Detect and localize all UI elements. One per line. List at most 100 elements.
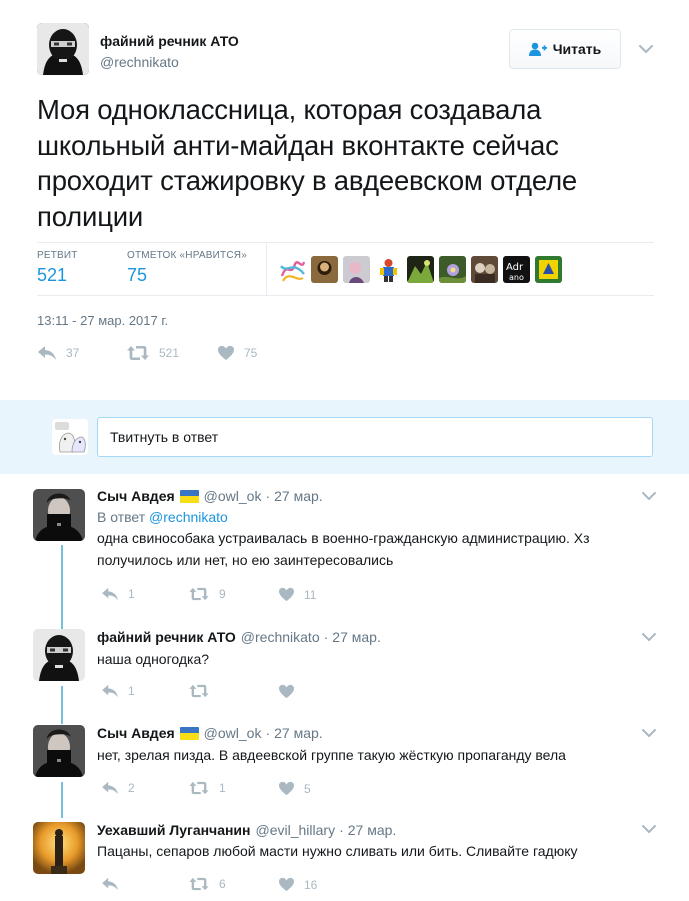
retweet-count: 9 bbox=[219, 587, 226, 601]
likes-stat[interactable]: ОТМЕТОК «НРАВИТСЯ» 75 bbox=[127, 250, 247, 286]
author-handle[interactable]: @rechnikato bbox=[100, 54, 179, 70]
retweet-button[interactable] bbox=[188, 684, 219, 698]
reply-avatar[interactable] bbox=[33, 822, 85, 874]
like-count: 11 bbox=[304, 587, 317, 602]
tweet-stats: РЕТВИТ 521 ОТМЕТОК «НРАВИТСЯ» 75 Adr ano bbox=[37, 242, 654, 296]
retweet-icon bbox=[188, 587, 210, 601]
retweet-button[interactable]: 9 bbox=[188, 587, 226, 601]
chevron-down-icon[interactable] bbox=[642, 491, 656, 501]
retweet-stat[interactable]: РЕТВИТ 521 bbox=[37, 250, 78, 286]
reply-author-name[interactable]: Сыч Авдея bbox=[97, 488, 175, 504]
reply-author-handle[interactable]: @owl_ok bbox=[204, 488, 262, 504]
likes-stat-label: ОТМЕТОК «НРАВИТСЯ» bbox=[127, 250, 247, 261]
reply-to-line: В ответ @rechnikato bbox=[97, 509, 228, 525]
reply-header: Сыч Авдея @owl_ok · 27 мар. bbox=[97, 725, 323, 741]
add-user-icon bbox=[528, 42, 547, 56]
reply-avatar[interactable] bbox=[33, 489, 85, 541]
reply-text: одна свинособака устраивалась в военно-г… bbox=[97, 530, 590, 568]
liker-avatar[interactable] bbox=[439, 256, 466, 283]
reply-author-name[interactable]: файний речник АТО bbox=[97, 629, 236, 645]
reply-author-handle[interactable]: @owl_ok bbox=[204, 725, 262, 741]
retweet-button[interactable]: 521 bbox=[126, 345, 179, 361]
reply-button[interactable]: 1 bbox=[101, 684, 135, 698]
chevron-down-icon[interactable] bbox=[642, 632, 656, 642]
separator-dot: · bbox=[265, 725, 271, 741]
retweet-button[interactable]: 1 bbox=[188, 781, 226, 795]
reply-time[interactable]: 27 мар. bbox=[274, 725, 323, 741]
reply-input[interactable]: Твитнуть в ответ bbox=[97, 417, 653, 457]
reply-count: 37 bbox=[66, 346, 80, 360]
reply-header: файний речник АТО @rechnikato · 27 мар. bbox=[97, 629, 381, 645]
reply-icon bbox=[101, 877, 119, 891]
liker-avatar[interactable] bbox=[535, 256, 562, 283]
liker-avatar[interactable] bbox=[407, 256, 434, 283]
reply-author-handle[interactable]: @rechnikato bbox=[241, 629, 320, 645]
thread-line bbox=[61, 782, 63, 818]
retweet-count: 1 bbox=[219, 781, 226, 795]
reply-time[interactable]: 27 мар. bbox=[348, 822, 397, 838]
ukraine-flag-icon bbox=[179, 726, 199, 740]
retweet-button[interactable]: 6 bbox=[188, 877, 226, 891]
reply-count: 1 bbox=[128, 684, 135, 698]
reply-button[interactable] bbox=[101, 877, 128, 891]
liker-avatar[interactable] bbox=[343, 256, 370, 283]
reply-button[interactable]: 1 bbox=[101, 587, 135, 601]
reply-text: Пацаны, сепаров любой масти нужно сливат… bbox=[97, 843, 578, 859]
thread-line bbox=[61, 545, 63, 629]
reply-time[interactable]: 27 мар. bbox=[274, 488, 323, 504]
like-button[interactable]: 11 bbox=[278, 587, 316, 602]
reply-author-handle[interactable]: @evil_hillary bbox=[256, 822, 336, 838]
reply-header: Сыч Авдея @owl_ok · 27 мар. bbox=[97, 488, 323, 504]
reply-time[interactable]: 27 мар. bbox=[332, 629, 381, 645]
retweet-icon bbox=[126, 345, 150, 361]
stats-divider bbox=[266, 243, 267, 295]
reply-avatar[interactable] bbox=[33, 725, 85, 777]
like-count: 16 bbox=[304, 877, 318, 892]
tweet-timestamp[interactable]: 13:11 - 27 мар. 2017 г. bbox=[37, 313, 168, 328]
reply-author-name[interactable]: Сыч Авдея bbox=[97, 725, 175, 741]
follow-button[interactable]: Читать bbox=[509, 29, 621, 69]
reply-author-name[interactable]: Уехавший Луганчанин bbox=[97, 822, 251, 838]
reply-icon bbox=[101, 684, 119, 698]
reply-text: нет, зрелая пизда. В авдеевской группе т… bbox=[97, 747, 566, 763]
author-name[interactable]: файний речник АТО bbox=[100, 33, 239, 49]
chevron-down-icon[interactable] bbox=[642, 824, 656, 834]
heart-icon bbox=[217, 345, 235, 361]
reply-button[interactable]: 2 bbox=[101, 781, 135, 795]
chevron-down-icon[interactable] bbox=[639, 44, 653, 54]
heart-icon bbox=[278, 781, 295, 796]
reply-avatar[interactable] bbox=[33, 629, 85, 681]
reply-count: 2 bbox=[128, 781, 135, 795]
main-tweet: файний речник АТО @rechnikato Читать Моя… bbox=[0, 0, 689, 400]
liker-avatar[interactable] bbox=[471, 256, 498, 283]
like-button[interactable]: 75 bbox=[217, 345, 257, 361]
retweet-count: 521 bbox=[159, 346, 180, 360]
heart-icon bbox=[278, 877, 295, 892]
separator-dot: · bbox=[339, 822, 344, 838]
liker-avatar[interactable]: Adr ano bbox=[503, 256, 530, 283]
like-count: 5 bbox=[304, 781, 311, 796]
like-button[interactable]: 5 bbox=[278, 781, 311, 796]
chevron-down-icon[interactable] bbox=[642, 728, 656, 738]
tweet-text: Моя одноклассница, которая создавала шко… bbox=[37, 94, 578, 232]
follow-label: Читать bbox=[552, 41, 602, 57]
retweet-stat-label: РЕТВИТ bbox=[37, 250, 78, 261]
reply-header: Уехавший Луганчанин @evil_hillary · 27 м… bbox=[97, 822, 396, 838]
reply-icon bbox=[101, 587, 119, 601]
likes-stat-count: 75 bbox=[127, 265, 148, 285]
liker-avatar[interactable] bbox=[311, 256, 338, 283]
reply-to-handle-link[interactable]: @rechnikato bbox=[149, 509, 228, 525]
ukraine-flag-icon bbox=[179, 489, 199, 503]
liker-avatar[interactable] bbox=[279, 256, 306, 283]
svg-text:ano: ano bbox=[509, 273, 524, 282]
separator-dot: · bbox=[265, 488, 271, 504]
liker-avatar[interactable] bbox=[375, 256, 402, 283]
retweet-count: 6 bbox=[219, 877, 226, 891]
like-button[interactable] bbox=[278, 684, 304, 699]
author-avatar[interactable] bbox=[37, 23, 89, 75]
reply-button[interactable]: 37 bbox=[37, 345, 79, 361]
reply-icon bbox=[101, 781, 119, 795]
like-button[interactable]: 16 bbox=[278, 877, 317, 892]
retweet-icon bbox=[188, 781, 210, 795]
retweet-icon bbox=[188, 684, 210, 698]
